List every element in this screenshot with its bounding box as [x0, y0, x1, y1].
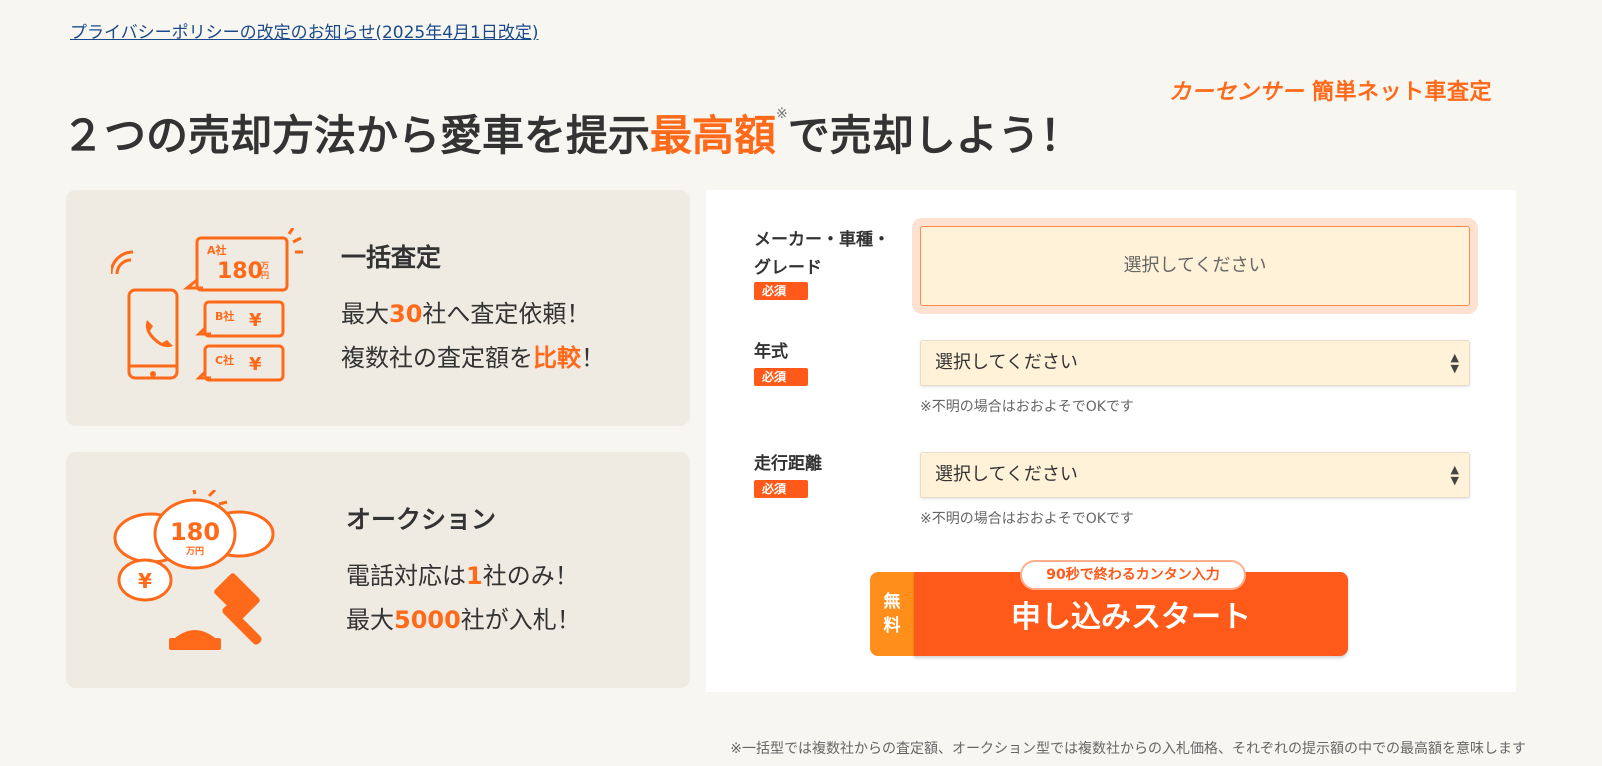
year-hint: ※不明の場合はおおよそでOKです: [920, 399, 1134, 415]
quote-b-yen: ¥: [249, 310, 262, 331]
page-title: ２つの売却方法から愛車を提示最高額※で売却しよう！: [62, 102, 1082, 163]
appraisal-form: メーカー・車種・グレード 必須 選択してください 年式 必須 選択してください …: [706, 190, 1516, 692]
quote-a-label: A社: [207, 243, 227, 257]
auction-line-2: 最大5000社が入札！: [346, 606, 581, 634]
maker-label: メーカー・車種・グレード 必須: [754, 230, 890, 300]
mileage-hint: ※不明の場合はおおよそでOKです: [920, 511, 1134, 527]
brand-logo[interactable]: カーセンサー 簡単ネット車査定: [1169, 74, 1492, 106]
quote-a-unit-man: 万: [260, 261, 269, 270]
maker-select-highlight: 選択してください: [912, 218, 1478, 314]
phone-quotes-icon: A社 180 万 円 B社 ¥ C社 ¥: [111, 228, 303, 382]
bulk-appraisal-title: 一括査定: [341, 243, 442, 272]
required-badge: 必須: [754, 368, 808, 386]
quote-c-label: C社: [215, 353, 234, 367]
quote-b-label: B社: [215, 309, 234, 323]
auction-title: オークション: [346, 505, 497, 534]
select-arrows-icon: ▲ ▼: [1450, 351, 1459, 375]
free-tag: 無料: [870, 572, 914, 656]
footnote: ※一括型では複数社からの査定額、オークション型では複数社からの入札価格、それぞれ…: [730, 741, 1526, 757]
bulk-appraisal-line-1: 最大30社へ査定依頼！: [341, 300, 591, 328]
start-application-button[interactable]: 無料 申し込みスタート 90秒で終わるカンタン入力: [870, 560, 1348, 656]
quote-a-value: 180: [217, 259, 263, 284]
auction-value: 180: [170, 518, 220, 546]
privacy-policy-link[interactable]: プライバシーポリシーの改定のお知らせ(2025年4月1日改定): [70, 18, 538, 43]
auction-card: 180 万円 ¥ オークション 電話対応は1社のみ！ 最大5000社が入札！: [66, 452, 690, 688]
auction-yen: ¥: [138, 569, 152, 593]
year-select-value: 選択してください: [935, 352, 1078, 373]
brand-logo-text: カーセンサー: [1168, 80, 1304, 105]
auction-gavel-icon: 180 万円 ¥: [113, 490, 275, 650]
auction-line-1: 電話対応は1社のみ！: [346, 562, 579, 590]
mileage-select[interactable]: 選択してください ▲ ▼: [920, 452, 1470, 498]
headline-post: で売却しよう！: [787, 111, 1082, 160]
mileage-select-value: 選択してください: [935, 464, 1078, 485]
auction-unit: 万円: [185, 546, 204, 557]
maker-select[interactable]: 選択してください: [920, 226, 1470, 306]
headline-accent: 最高額: [650, 111, 777, 160]
cta-bubble: 90秒で終わるカンタン入力: [1020, 560, 1246, 590]
quote-a-unit-yen: 円: [261, 271, 269, 280]
year-label: 年式 必須: [754, 338, 808, 386]
bulk-appraisal-line-2: 複数社の査定額を比較！: [341, 344, 605, 372]
required-badge: 必須: [754, 282, 808, 300]
brand-service-name: 簡単ネット車査定: [1311, 80, 1492, 105]
mileage-label: 走行距離 必須: [754, 454, 822, 498]
required-badge: 必須: [754, 480, 808, 498]
year-select[interactable]: 選択してください ▲ ▼: [920, 340, 1470, 386]
bulk-appraisal-card: A社 180 万 円 B社 ¥ C社 ¥ 一括査定 最大30社へ査定依頼！ 複数…: [66, 190, 690, 426]
select-arrows-icon: ▲ ▼: [1450, 463, 1459, 487]
headline-pre: ２つの売却方法から愛車を提示: [62, 111, 651, 160]
quote-c-yen: ¥: [249, 354, 262, 375]
headline-note-mark: ※: [776, 106, 788, 122]
